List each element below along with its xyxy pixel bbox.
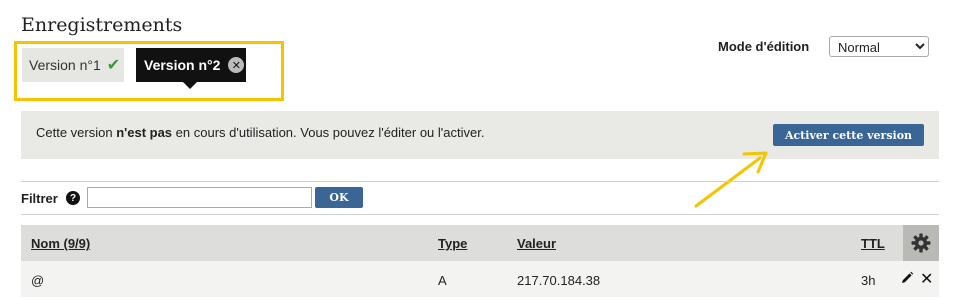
filter-label: Filtrer bbox=[21, 191, 58, 206]
filter-input[interactable] bbox=[87, 187, 312, 208]
table-row: @ A 217.70.184.38 3h ✕ bbox=[21, 261, 939, 297]
edit-mode-label: Mode d'édition bbox=[718, 39, 810, 54]
info-text-before: Cette version bbox=[36, 125, 117, 140]
gear-icon bbox=[911, 233, 931, 253]
cell-type: A bbox=[438, 273, 447, 288]
help-icon[interactable]: ? bbox=[66, 191, 80, 205]
table-settings-button[interactable] bbox=[903, 225, 939, 261]
column-header-type[interactable]: Type bbox=[438, 236, 467, 251]
tab-version-2-label: Version n°2 bbox=[144, 57, 221, 73]
cell-ttl: 3h bbox=[861, 273, 876, 288]
divider-bottom bbox=[21, 214, 939, 215]
tab-version-1-label: Version n°1 bbox=[29, 57, 101, 73]
delete-icon[interactable]: ✕ bbox=[920, 269, 933, 289]
table-header: Nom (9/9) Type Valeur TTL bbox=[21, 225, 939, 261]
page-title: Enregistrements bbox=[21, 14, 183, 36]
filter-ok-button[interactable]: OK bbox=[315, 187, 363, 208]
tab-version-2[interactable]: Version n°2 ✕ bbox=[136, 48, 246, 89]
cell-valeur: 217.70.184.38 bbox=[517, 273, 601, 288]
column-header-valeur[interactable]: Valeur bbox=[517, 236, 556, 251]
info-message: Cette version n'est pas en cours d'utili… bbox=[36, 125, 484, 140]
pencil-icon[interactable] bbox=[900, 271, 914, 285]
activate-version-button[interactable]: Activer cette version bbox=[773, 124, 924, 146]
cell-nom: @ bbox=[31, 273, 45, 288]
divider-top bbox=[21, 181, 939, 182]
check-icon: ✔ bbox=[106, 57, 121, 74]
tab-version-1[interactable]: Version n°1 ✔ bbox=[22, 48, 124, 82]
column-header-ttl[interactable]: TTL bbox=[861, 236, 885, 251]
column-header-nom[interactable]: Nom (9/9) bbox=[31, 236, 90, 251]
info-text-bold: n'est pas bbox=[116, 125, 173, 140]
info-text-after: en cours d'utilisation. Vous pouvez l'éd… bbox=[172, 125, 485, 140]
edit-mode-select[interactable]: Normal bbox=[829, 36, 929, 57]
info-panel: Cette version n'est pas en cours d'utili… bbox=[21, 111, 939, 159]
close-icon[interactable]: ✕ bbox=[228, 57, 245, 73]
